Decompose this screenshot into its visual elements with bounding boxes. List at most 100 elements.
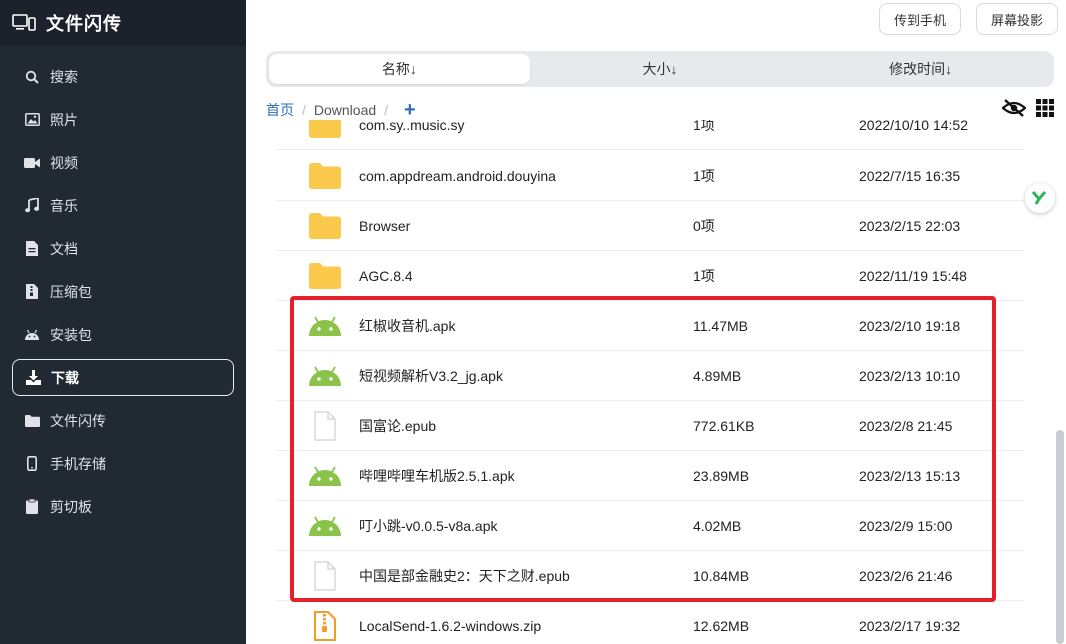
file-modified: 2023/2/13 10:10 [859,367,961,384]
image-icon [24,112,40,128]
file-name: LocalSend-1.6.2-windows.zip [359,617,542,634]
file-name: Browser [359,217,411,234]
sidebar-item-label: 文档 [50,240,78,257]
sidebar: 文件闪传 搜索 照片 视频 音乐 文档 压缩包 安装包 下载 文件闪传 手机存储… [0,0,246,644]
video-icon [24,155,40,171]
list-item[interactable]: 国富论.epub 772.61KB 2023/2/8 21:45 [276,401,1024,451]
breadcrumb: 首页 / Download / + [266,100,416,120]
scrollbar[interactable] [1056,430,1064,644]
list-item[interactable]: 红椒收音机.apk 11.47MB 2023/2/10 19:18 [276,301,1024,351]
app-title: 文件闪传 [46,14,122,34]
sidebar-item-music[interactable]: 音乐 [12,187,234,224]
list-item[interactable]: 中国是部金融史2：天下之财.epub 10.84MB 2023/2/6 21:4… [276,551,1024,601]
search-icon [24,69,40,85]
folder-icon [308,261,342,291]
file-size: 23.89MB [693,467,750,484]
sidebar-item-label: 下载 [51,369,79,386]
sidebar-item-file-transfer[interactable]: 文件闪传 [12,402,234,439]
sidebar-nav: 搜索 照片 视频 音乐 文档 压缩包 安装包 下载 文件闪传 手机存储 剪切板 [0,46,246,525]
devices-icon [12,13,36,33]
sidebar-item-search[interactable]: 搜索 [12,58,234,95]
file-name: 红椒收音机.apk [359,317,456,334]
sidebar-item-label: 剪切板 [50,498,92,515]
file-modified: 2023/2/8 21:45 [859,417,953,434]
breadcrumb-current[interactable]: Download [314,102,376,118]
file-modified: 2023/2/15 22:03 [859,217,961,234]
file-size: 1项 [693,120,715,133]
file-size: 10.84MB [693,567,750,584]
sort-by-name[interactable]: 名称↓ [269,54,530,84]
screen-cast-button[interactable]: 屏幕投影 [976,3,1058,35]
folder-icon [308,120,342,140]
sort-by-modified[interactable]: 修改时间↓ [790,54,1051,84]
sidebar-item-clipboard[interactable]: 剪切板 [12,488,234,525]
file-name: com.sy..music.sy [359,120,465,133]
sidebar-item-label: 搜索 [50,68,78,85]
file-size: 1项 [693,267,715,284]
file-modified: 2023/2/9 15:00 [859,517,953,534]
music-icon [24,198,40,214]
android-icon [308,461,342,491]
grid-view-icon[interactable] [1036,99,1054,117]
sort-bar: 名称↓ 大小↓ 修改时间↓ [266,51,1054,87]
file-size: 772.61KB [693,417,755,434]
list-item[interactable]: com.sy..music.sy 1项 2022/10/10 14:52 [276,120,1024,150]
document-icon [24,241,40,257]
file-modified: 2023/2/10 19:18 [859,317,961,334]
file-size: 1项 [693,167,715,184]
send-to-phone-button[interactable]: 传到手机 [879,3,961,35]
file-list: com.sy..music.sy 1项 2022/10/10 14:52 com… [276,120,1026,644]
folder-icon [24,413,40,429]
file-modified: 2022/11/19 15:48 [859,267,967,284]
file-modified: 2022/10/10 14:52 [859,120,968,133]
breadcrumb-separator: / [384,102,389,118]
list-item[interactable]: LocalSend-1.6.2-windows.zip 12.62MB 2023… [276,601,1024,644]
clipboard-icon [24,499,40,515]
android-icon [308,311,342,341]
list-item[interactable]: 短视频解析V3.2_jg.apk 4.89MB 2023/2/13 10:10 [276,351,1024,401]
list-item[interactable]: Browser 0项 2023/2/15 22:03 [276,201,1024,251]
file-modified: 2022/7/15 16:35 [859,167,961,184]
file-size: 0项 [693,217,715,234]
sidebar-item-photos[interactable]: 照片 [12,101,234,138]
android-icon [308,511,342,541]
sidebar-item-apks[interactable]: 安装包 [12,316,234,353]
android-icon [24,327,40,343]
sort-by-size[interactable]: 大小↓ [530,54,791,84]
breadcrumb-separator: / [302,102,306,118]
sidebar-item-phone-storage[interactable]: 手机存储 [12,445,234,482]
file-name: 中国是部金融史2：天下之财.epub [359,567,570,584]
sidebar-item-label: 压缩包 [50,283,92,300]
file-name: com.appdream.android.douyina [359,167,556,184]
folder-icon [308,161,342,191]
sidebar-item-documents[interactable]: 文档 [12,230,234,267]
file-name: 国富论.epub [359,417,437,434]
file-name: 叮小跳-v0.0.5-v8a.apk [359,517,498,534]
file-size: 4.02MB [693,517,742,534]
assistant-float-button[interactable] [1025,183,1055,213]
list-item[interactable]: 哔哩哔哩车机版2.5.1.apk 23.89MB 2023/2/13 15:13 [276,451,1024,501]
sidebar-item-videos[interactable]: 视频 [12,144,234,181]
download-icon [25,370,41,386]
new-folder-button[interactable]: + [404,100,416,120]
view-options [1002,99,1054,117]
archive-icon [24,284,40,300]
file-name: AGC.8.4 [359,267,413,284]
list-item[interactable]: com.appdream.android.douyina 1项 2022/7/1… [276,151,1024,201]
y-logo-icon [1032,191,1048,205]
file-name: 短视频解析V3.2_jg.apk [359,367,503,384]
folder-icon [308,211,342,241]
phone-icon [24,456,40,472]
list-item[interactable]: 叮小跳-v0.0.5-v8a.apk 4.02MB 2023/2/9 15:00 [276,501,1024,551]
file-modified: 2023/2/17 19:32 [859,617,961,634]
sidebar-item-archives[interactable]: 压缩包 [12,273,234,310]
hide-eye-icon[interactable] [1002,99,1026,117]
sidebar-item-downloads[interactable]: 下载 [12,359,234,396]
list-item[interactable]: AGC.8.4 1项 2022/11/19 15:48 [276,251,1024,301]
sidebar-item-label: 音乐 [50,197,78,214]
sidebar-item-label: 照片 [50,111,78,128]
file-name: 哔哩哔哩车机版2.5.1.apk [359,467,515,484]
brand: 文件闪传 [0,0,246,46]
breadcrumb-home[interactable]: 首页 [266,100,294,120]
sidebar-item-label: 安装包 [50,326,92,343]
